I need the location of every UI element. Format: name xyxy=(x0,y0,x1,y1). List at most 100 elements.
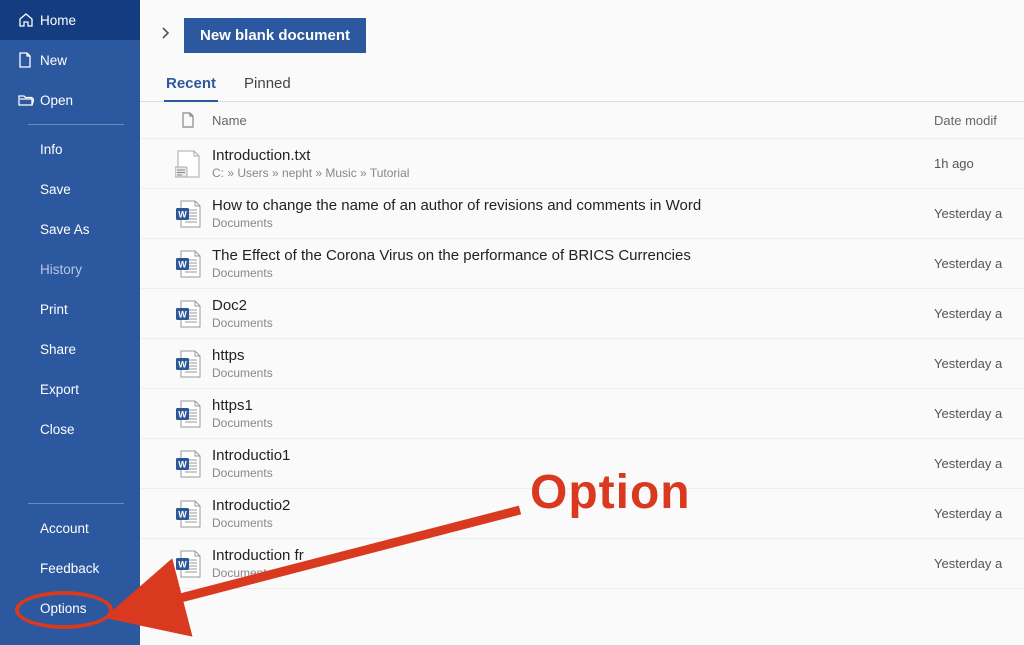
nav-save-as[interactable]: Save As xyxy=(0,209,140,249)
header-doc-icon xyxy=(164,112,212,128)
nav-options[interactable]: Options xyxy=(0,588,140,628)
file-date: Yesterday a xyxy=(934,456,1024,471)
file-icon-cell: W xyxy=(164,349,212,379)
file-info: Introductio1 Documents xyxy=(212,447,934,480)
svg-text:W: W xyxy=(178,259,187,269)
nav-feedback[interactable]: Feedback xyxy=(0,548,140,588)
nav-export[interactable]: Export xyxy=(0,369,140,409)
nav-save[interactable]: Save xyxy=(0,169,140,209)
file-row[interactable]: W Introductio2 DocumentsYesterday a xyxy=(140,489,1024,539)
nav-open-label: Open xyxy=(40,93,73,108)
file-info: https Documents xyxy=(212,347,934,380)
word-doc-icon: W xyxy=(175,199,201,229)
file-info: Introduction.txt C: » Users » nepht » Mus… xyxy=(212,147,934,180)
file-path: Documents xyxy=(212,266,934,280)
file-name: Introduction.txt xyxy=(212,147,934,164)
new-blank-document-button[interactable]: New blank document xyxy=(184,18,366,53)
file-date: Yesterday a xyxy=(934,556,1024,571)
file-path: Documents xyxy=(212,466,934,480)
word-doc-icon: W xyxy=(175,449,201,479)
file-info: Introductio2 Documents xyxy=(212,497,934,530)
file-icon-cell xyxy=(164,149,212,179)
nav-open[interactable]: Open xyxy=(0,80,140,120)
file-row[interactable]: W Introductio1 DocumentsYesterday a xyxy=(140,439,1024,489)
nav-info[interactable]: Info xyxy=(0,129,140,169)
tab-pinned[interactable]: Pinned xyxy=(242,71,293,101)
file-name: https1 xyxy=(212,397,934,414)
file-name: The Effect of the Corona Virus on the pe… xyxy=(212,247,934,264)
home-icon xyxy=(18,12,40,28)
header-name[interactable]: Name xyxy=(212,113,934,128)
file-info: How to change the name of an author of r… xyxy=(212,197,934,230)
svg-text:W: W xyxy=(178,509,187,519)
nav-share[interactable]: Share xyxy=(0,329,140,369)
file-path: Documents xyxy=(212,366,934,380)
backstage-sidebar: Home New Open Info Save Save As History … xyxy=(0,0,140,645)
file-icon-cell: W xyxy=(164,249,212,279)
file-path: Documents xyxy=(212,316,934,330)
file-list: Introduction.txt C: » Users » nepht » Mus… xyxy=(140,139,1024,589)
file-icon-cell: W xyxy=(164,399,212,429)
file-date: Yesterday a xyxy=(934,256,1024,271)
svg-text:W: W xyxy=(178,459,187,469)
folder-open-icon xyxy=(18,93,40,107)
file-row[interactable]: W Doc2 DocumentsYesterday a xyxy=(140,289,1024,339)
nav-account[interactable]: Account xyxy=(0,508,140,548)
new-doc-icon xyxy=(18,52,40,68)
file-path: Documents xyxy=(212,216,934,230)
svg-text:W: W xyxy=(178,359,187,369)
nav-close[interactable]: Close xyxy=(0,409,140,449)
file-icon-cell: W xyxy=(164,299,212,329)
file-date: Yesterday a xyxy=(934,206,1024,221)
file-path: Documents xyxy=(212,416,934,430)
header-date[interactable]: Date modif xyxy=(934,113,1024,128)
txt-doc-icon xyxy=(175,149,201,179)
word-doc-icon: W xyxy=(175,249,201,279)
file-list-header: Name Date modif xyxy=(140,102,1024,139)
file-icon-cell: W xyxy=(164,449,212,479)
file-row[interactable]: W https1DocumentsYesterday a xyxy=(140,389,1024,439)
nav-new[interactable]: New xyxy=(0,40,140,80)
file-info: https1 Documents xyxy=(212,397,934,430)
file-path: Documents xyxy=(212,566,934,580)
word-doc-icon: W xyxy=(175,499,201,529)
file-row[interactable]: W How to change the name of an author of… xyxy=(140,189,1024,239)
word-doc-icon: W xyxy=(175,349,201,379)
word-doc-icon: W xyxy=(175,299,201,329)
nav-print[interactable]: Print xyxy=(0,289,140,329)
tab-recent[interactable]: Recent xyxy=(164,71,218,102)
chevron-right-icon[interactable] xyxy=(160,26,170,45)
file-name: Introductio2 xyxy=(212,497,934,514)
svg-text:W: W xyxy=(178,409,187,419)
file-info: Doc2 Documents xyxy=(212,297,934,330)
recent-pinned-tabs: Recent Pinned xyxy=(140,71,1024,102)
file-name: Doc2 xyxy=(212,297,934,314)
file-path: Documents xyxy=(212,516,934,530)
sidebar-separator-1 xyxy=(28,124,124,125)
svg-text:W: W xyxy=(178,559,187,569)
file-row[interactable]: W https DocumentsYesterday a xyxy=(140,339,1024,389)
file-name: How to change the name of an author of r… xyxy=(212,197,934,214)
file-date: Yesterday a xyxy=(934,506,1024,521)
file-date: Yesterday a xyxy=(934,356,1024,371)
svg-text:W: W xyxy=(178,209,187,219)
svg-text:W: W xyxy=(178,309,187,319)
file-path: C: » Users » nepht » Music » Tutorial xyxy=(212,166,934,180)
nav-home-label: Home xyxy=(40,13,76,28)
sidebar-separator-2 xyxy=(28,503,124,504)
file-row[interactable]: Introduction.txt C: » Users » nepht » Mus… xyxy=(140,139,1024,189)
nav-history[interactable]: History xyxy=(0,249,140,289)
file-icon-cell: W xyxy=(164,499,212,529)
file-row[interactable]: W The Effect of the Corona Virus on the … xyxy=(140,239,1024,289)
main-pane: New blank document Recent Pinned Name Da… xyxy=(140,0,1024,645)
nav-new-label: New xyxy=(40,53,67,68)
file-name: https xyxy=(212,347,934,364)
nav-home[interactable]: Home xyxy=(0,0,140,40)
file-row[interactable]: W Introduction frDocumentsYesterday a xyxy=(140,539,1024,589)
file-name: Introductio1 xyxy=(212,447,934,464)
top-row: New blank document xyxy=(140,0,1024,71)
file-date: 1h ago xyxy=(934,156,1024,171)
file-icon-cell: W xyxy=(164,199,212,229)
file-date: Yesterday a xyxy=(934,306,1024,321)
word-doc-icon: W xyxy=(175,549,201,579)
